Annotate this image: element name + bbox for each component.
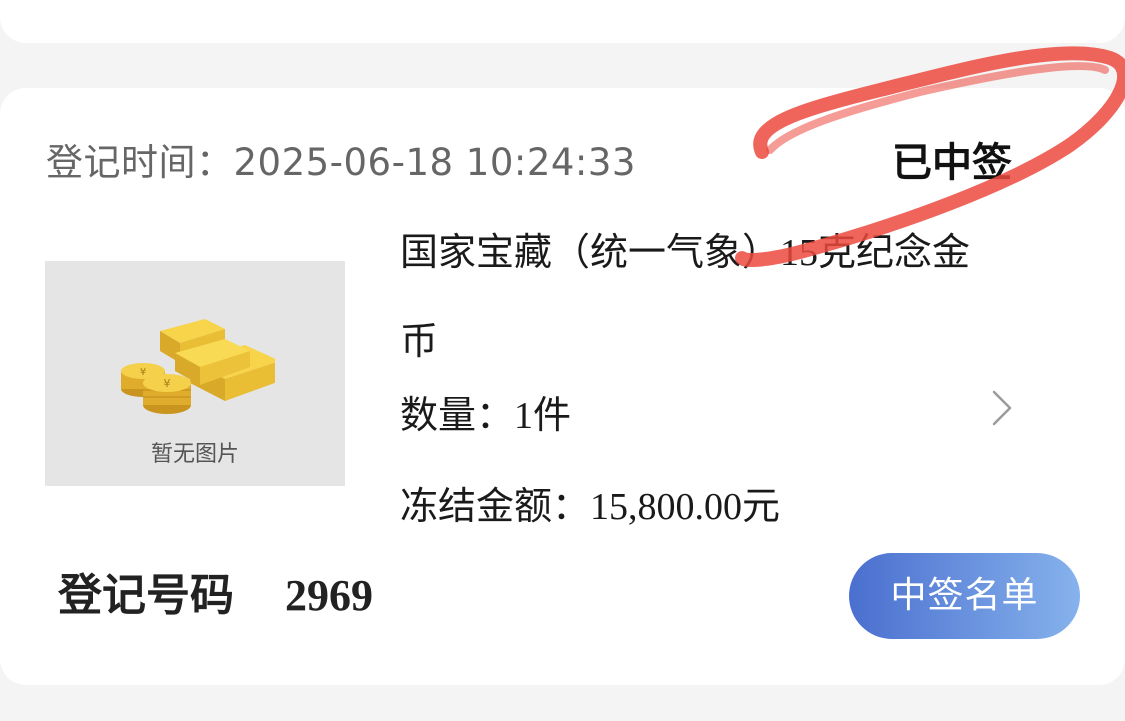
title-number: 15 bbox=[780, 232, 819, 274]
frozen-amount-unit: 元 bbox=[742, 484, 781, 528]
frozen-amount-value: 15,800.00 bbox=[590, 486, 743, 528]
product-title[interactable]: 国家宝藏（统一气象）15克纪念金币 bbox=[400, 208, 1000, 385]
frozen-amount: 冻结金额：15,800.00元 bbox=[400, 478, 780, 535]
quantity: 数量：1件 bbox=[400, 387, 571, 444]
frozen-amount-label: 冻结金额： bbox=[400, 484, 591, 528]
previous-card bbox=[0, 0, 1125, 43]
time-label: 登记时间： bbox=[46, 141, 234, 184]
chevron-right-icon[interactable] bbox=[986, 390, 1016, 426]
title-text-1: 国家宝藏（统一气象） bbox=[400, 230, 781, 274]
no-image-text: 暂无图片 bbox=[150, 442, 239, 467]
svg-text:¥: ¥ bbox=[140, 367, 146, 378]
registration-time: 登记时间：2025-06-18 10:24:33 bbox=[46, 140, 636, 186]
status-badge: 已中签 bbox=[892, 140, 1012, 186]
registration-number-label: 登记号码 bbox=[58, 570, 234, 621]
gold-bars-coins-icon: ¥ ¥ bbox=[121, 319, 275, 414]
quantity-value: 1 bbox=[514, 395, 534, 437]
time-value: 2025-06-18 10:24:33 bbox=[233, 141, 636, 184]
registration-number: 2969 bbox=[285, 571, 373, 620]
product-thumbnail[interactable]: ¥ ¥ 暂无图片 bbox=[45, 261, 345, 486]
svg-text:¥: ¥ bbox=[164, 377, 171, 390]
quantity-unit: 件 bbox=[533, 393, 572, 437]
quantity-label: 数量： bbox=[400, 393, 515, 437]
winner-list-button[interactable]: 中签名单 bbox=[849, 553, 1080, 639]
